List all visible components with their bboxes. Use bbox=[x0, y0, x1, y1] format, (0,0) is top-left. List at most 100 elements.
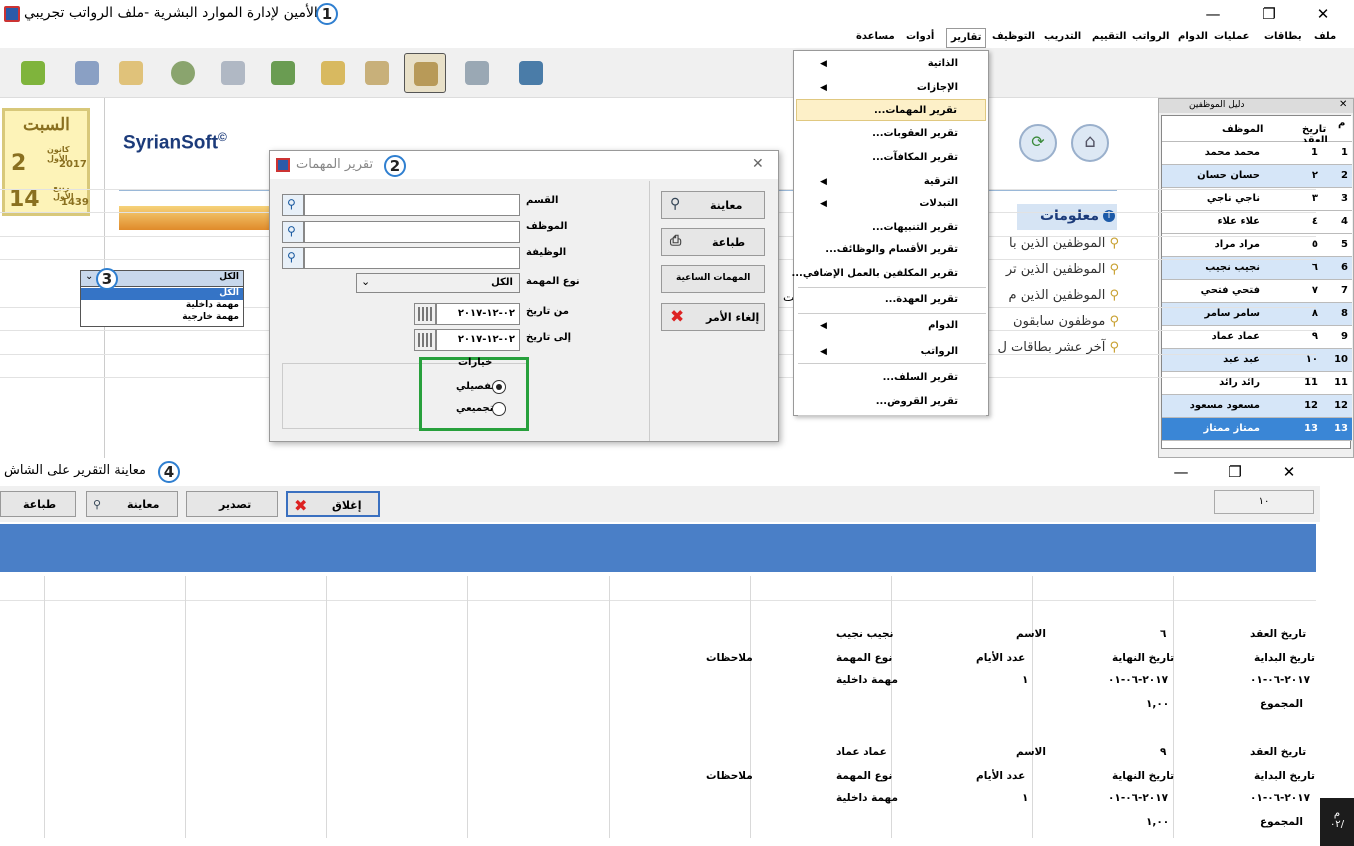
reports-menu-item[interactable]: الرواتب ◀ bbox=[796, 341, 986, 363]
combo-option-1[interactable]: مهمة داخلية bbox=[81, 300, 243, 312]
department-field[interactable] bbox=[304, 194, 520, 216]
reports-menu-item[interactable]: تقرير القروض... bbox=[796, 391, 986, 413]
employee-search-button[interactable]: ⚲ bbox=[282, 221, 304, 243]
menu-file[interactable]: ملف bbox=[1314, 31, 1336, 42]
reports-menu-item[interactable]: الإجازات ◀ bbox=[796, 77, 986, 99]
toolbar-door-button[interactable] bbox=[510, 53, 552, 93]
report-print-button[interactable]: طباعة bbox=[0, 491, 76, 517]
minimize-button[interactable]: — bbox=[1190, 0, 1236, 28]
reports-menu-item[interactable]: تقرير التنبيهات... bbox=[796, 217, 986, 239]
maximize-button[interactable]: ❐ bbox=[1246, 0, 1292, 28]
reports-menu-item[interactable]: التبدلات ◀ bbox=[796, 193, 986, 215]
close-button[interactable]: ✕ bbox=[1300, 0, 1346, 28]
toolbar-add-button[interactable] bbox=[110, 53, 152, 93]
to-date-field[interactable]: ٠٢-١٢-٢٠١٧ bbox=[436, 329, 520, 351]
toolbar-calculator-button[interactable] bbox=[456, 53, 498, 93]
reports-menu-item[interactable]: تقرير العهدة... bbox=[796, 289, 986, 311]
toolbar-tag-button[interactable] bbox=[356, 53, 398, 93]
combo-option-2[interactable]: مهمة خارجية bbox=[81, 312, 243, 324]
submenu-arrow-icon: ◀ bbox=[820, 321, 827, 331]
reports-menu-item[interactable]: الذاتية ◀ bbox=[796, 53, 986, 75]
emp-row[interactable]: مسعود مسعود 12 12 bbox=[1162, 395, 1352, 418]
from-date-field[interactable]: ٠٢-١٢-٢٠١٧ bbox=[436, 303, 520, 325]
report-minimize-button[interactable]: — bbox=[1158, 458, 1204, 486]
reports-menu-item[interactable]: تقرير السلف... bbox=[796, 367, 986, 389]
reports-menu-item[interactable]: الدوام ◀ bbox=[796, 315, 986, 337]
toolbar-employee-button[interactable] bbox=[66, 53, 108, 93]
reports-menu-item[interactable]: تقرير العقوبات... bbox=[796, 123, 986, 145]
reports-menu-item[interactable]: تقرير المكلفين بالعمل الإضافي... bbox=[791, 263, 986, 285]
refresh-button[interactable]: ⟳ bbox=[1019, 124, 1057, 162]
info-item-3[interactable]: ⚲ الموظفين الذين م bbox=[1005, 288, 1119, 303]
emp-row[interactable]: ناجي ناجي ٣ 3 bbox=[1162, 188, 1352, 211]
department-search-button[interactable]: ⚲ bbox=[282, 194, 304, 216]
menu-evaluation[interactable]: التقييم bbox=[1092, 31, 1126, 42]
emp-close-button[interactable]: ✕ bbox=[1339, 99, 1347, 110]
emp-name: مسعود مسعود bbox=[1189, 400, 1260, 411]
dialog-preview-button[interactable]: ⚲ معاينة bbox=[661, 191, 765, 219]
from-date-picker[interactable] bbox=[414, 303, 436, 325]
dialog-hourly-button[interactable]: المهمات الساعية bbox=[661, 265, 765, 293]
reports-menu-item[interactable]: تقرير المهمات... bbox=[796, 99, 986, 121]
emp-row[interactable]: حسان حسان ٢ 2 bbox=[1162, 165, 1352, 188]
to-date-picker[interactable] bbox=[414, 329, 436, 351]
menu-salaries[interactable]: الرواتب bbox=[1132, 31, 1169, 42]
emp-row[interactable]: مراد مراد ٥ 5 bbox=[1162, 234, 1352, 257]
aggregate-radio[interactable] bbox=[492, 402, 506, 416]
menu-recruitment[interactable]: التوظيف bbox=[992, 31, 1035, 42]
emp-row[interactable]: نجيب نجيب ٦ 6 bbox=[1162, 257, 1352, 280]
menu-reports[interactable]: تقارير bbox=[946, 28, 987, 48]
info-title: معلومات bbox=[1039, 208, 1099, 224]
dialog-close-button[interactable]: ✕ bbox=[752, 156, 764, 172]
grid-column-line bbox=[609, 576, 610, 838]
menu-attendance[interactable]: الدوام bbox=[1178, 31, 1208, 42]
emp-row[interactable]: رائد رائد 11 11 bbox=[1162, 372, 1352, 395]
info-item-1[interactable]: ⚲ الموظفين الذين با bbox=[1005, 236, 1119, 251]
emp-date: ٩ bbox=[1311, 331, 1318, 342]
dialog-print-button[interactable]: ⎙ طباعة bbox=[661, 228, 765, 256]
employee-field[interactable] bbox=[304, 221, 520, 243]
menu-tools[interactable]: أدوات bbox=[906, 31, 934, 42]
task-type-select[interactable]: ⌄ الكل bbox=[356, 273, 520, 293]
emp-num: 5 bbox=[1341, 239, 1348, 250]
job-search-button[interactable]: ⚲ bbox=[282, 247, 304, 269]
dialog-cancel-button[interactable]: ✖ إلغاء الأمر bbox=[661, 303, 765, 331]
job-field[interactable] bbox=[304, 247, 520, 269]
menu-operations[interactable]: عمليات bbox=[1214, 31, 1250, 42]
info-item-5[interactable]: ⚲ آخر عشر بطاقات ل bbox=[997, 340, 1119, 355]
report-preview-button[interactable]: ⚲ معاينة bbox=[86, 491, 178, 517]
reports-menu-item[interactable]: الترقية ◀ bbox=[796, 171, 986, 193]
calculator-icon bbox=[465, 61, 489, 85]
days-label: عدد الأيام bbox=[976, 770, 1026, 782]
toolbar-timesheet-button[interactable] bbox=[212, 53, 254, 93]
emp-row[interactable]: فتحي فتحي ٧ 7 bbox=[1162, 280, 1352, 303]
menu-help[interactable]: مساعدة bbox=[856, 31, 895, 42]
reports-menu-item-label: تقرير العقوبات... bbox=[872, 128, 958, 139]
toolbar-clock-button[interactable] bbox=[162, 53, 204, 93]
reports-menu-item-label: التبدلات bbox=[919, 198, 958, 209]
emp-row[interactable]: محمد محمد 1 1 bbox=[1162, 142, 1352, 165]
emp-row[interactable]: علاء علاء ٤ 4 bbox=[1162, 211, 1352, 234]
reports-menu-item[interactable]: تقرير المكافآت... bbox=[796, 147, 986, 169]
emp-date: ١٠ bbox=[1305, 354, 1318, 365]
report-maximize-button[interactable]: ❐ bbox=[1212, 458, 1258, 486]
toolbar-money-button[interactable] bbox=[262, 53, 304, 93]
end-value: ٢٠١٧-٠٦-٠١ bbox=[1108, 674, 1169, 686]
detailed-radio[interactable] bbox=[492, 380, 506, 394]
toolbar-folder-button[interactable] bbox=[312, 53, 354, 93]
toolbar-staff-folder-button[interactable] bbox=[404, 53, 446, 93]
emp-row[interactable]: ممتاز ممتاز 13 13 bbox=[1162, 418, 1352, 441]
emp-row[interactable]: عبد عبد ١٠ 10 bbox=[1162, 349, 1352, 372]
info-item-2[interactable]: ⚲ الموظفين الذين تر bbox=[1005, 262, 1119, 277]
reports-menu-item[interactable]: تقرير الأقسام والوظائف... bbox=[796, 239, 986, 261]
home-button[interactable]: ⌂ bbox=[1071, 124, 1109, 162]
menu-cards[interactable]: بطاقات bbox=[1264, 31, 1302, 42]
close-x-icon: ✖ bbox=[294, 496, 308, 515]
toolbar-exit-button[interactable] bbox=[12, 53, 54, 93]
page-number-field[interactable]: ١٠ bbox=[1214, 490, 1314, 514]
report-close-button[interactable]: ✕ bbox=[1266, 458, 1312, 486]
report-export-button[interactable]: تصدير bbox=[186, 491, 278, 517]
report-close-button-main[interactable]: ✖ إغلاق bbox=[286, 491, 380, 517]
info-item-4[interactable]: ⚲ موظفون سابقون bbox=[1005, 314, 1119, 329]
menu-training[interactable]: التدريب bbox=[1044, 31, 1081, 42]
